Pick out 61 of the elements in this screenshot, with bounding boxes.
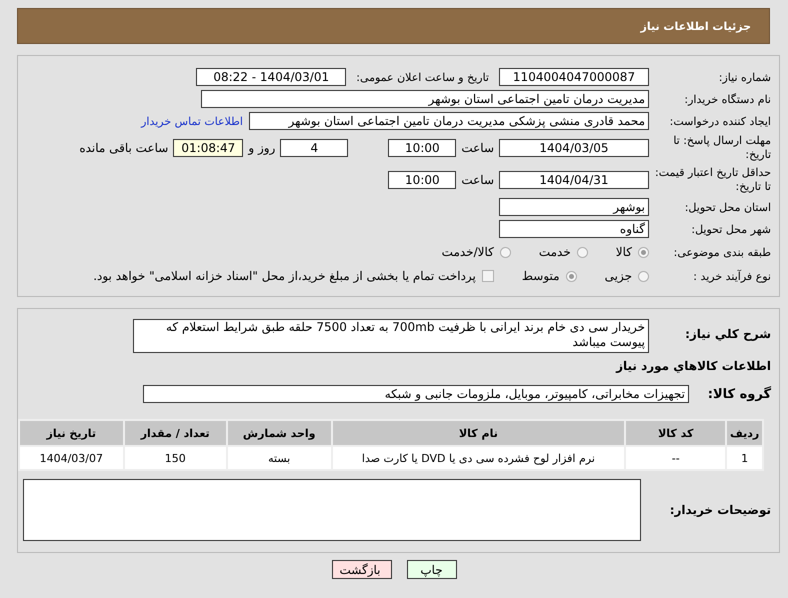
radio-label: کالا/خدمت [442, 245, 494, 259]
field-label: شهر محل تحویل: [690, 222, 772, 236]
field-label: تاریخ و ساعت اعلان عمومی: [356, 70, 489, 84]
table-cell: بسته [226, 446, 332, 470]
radio-button[interactable] [576, 246, 588, 258]
action-button[interactable]: بازگشت [332, 560, 392, 579]
remaining-time-field: 01:08:47 [173, 139, 244, 157]
table-cell: 1404/03/07 [19, 446, 124, 470]
buyer-org-field: مدیریت درمان تامین اجتماعی استان بوشهر [201, 90, 649, 108]
field-label: نوع فرآیند خرید : [692, 270, 772, 282]
field-label: طبقه بندی موضوعی: [672, 246, 772, 258]
field-label: شرح کلي نياز: [684, 326, 772, 341]
radio-label: جزیی [604, 269, 632, 283]
time-label: ساعت [461, 141, 494, 155]
checkbox-label: پرداخت تمام یا بخشی از مبلغ خرید،از محل "اسناد خزانه اسلامی" خواهد بود. [93, 269, 476, 283]
time-label: ساعت [461, 173, 494, 187]
need-number-field: 1104004047000087 [499, 68, 649, 86]
section-heading: اطلاعات کالاهاي مورد نياز [614, 358, 772, 373]
page-title: جزئیات اطلاعات نیاز [640, 20, 751, 32]
remaining-label: ساعت باقی مانده [79, 141, 168, 155]
column-header: نام کالا [332, 420, 626, 446]
field-label: استان محل تحویل: [684, 200, 772, 214]
table-cell: 1 [726, 446, 763, 470]
city-field: گناوه [499, 220, 649, 238]
radio-label: متوسط [522, 269, 560, 283]
column-header: کد کالا [625, 420, 726, 446]
field-label: مهلت ارسال پاسخ: تا تاریخ: [672, 134, 772, 162]
radio-label: خدمت [538, 245, 571, 259]
field-label: نام دستگاه خریدار: [683, 92, 772, 106]
requester-field: محمد قادری منشی پزشکی مدیریت درمان تامین اجتماعی استان بوشهر [249, 112, 649, 130]
table-cell: -- [625, 446, 726, 470]
table-cell: 150 [124, 446, 227, 470]
province-field: بوشهر [499, 198, 649, 216]
radio-button[interactable] [500, 246, 511, 258]
date-field: 1404/04/31 [499, 171, 649, 189]
column-header: ردیف [726, 420, 763, 446]
radio-button[interactable] [638, 270, 649, 282]
field-label: توضیحات خریدار: [668, 503, 772, 517]
buyer-contact-link[interactable]: اطلاعات تماس خریدار [141, 114, 243, 128]
field-label: ایجاد کننده درخواست: [668, 114, 772, 128]
field-label: حداقل تاریخ اعتبار قیمت: تا تاریخ: [654, 166, 772, 194]
buyer-notes-field[interactable] [23, 479, 641, 541]
column-header: تعداد / مقدار [124, 420, 227, 446]
description-field: خریدار سی دی خام برند ایرانی با ظرفیت 700mb به تعداد 7500 حلقه طبق شرایط استعلام که پیوست میباشد [133, 319, 649, 353]
radio-button[interactable] [638, 246, 649, 258]
days-label: روز و [248, 141, 276, 155]
time-field: 10:00 [388, 139, 456, 157]
radio-label: کالا [616, 245, 632, 259]
announce-date-field: 1404/03/01 - 08:22 [196, 68, 346, 86]
radio-button[interactable] [566, 270, 577, 282]
table-cell: نرم افزار لوح فشرده سی دی یا DVD یا کارت صدا [332, 446, 626, 470]
time-field: 10:00 [388, 171, 456, 189]
column-header: واحد شمارش [226, 420, 332, 446]
goods-group-field: تجهیزات مخابراتی، کامپیوتر، موبایل، ملزومات جانبی و شبکه [143, 385, 689, 403]
date-field: 1404/03/05 [499, 139, 649, 157]
action-button[interactable]: چاپ [406, 560, 456, 579]
field-label: شماره نیاز: [718, 70, 772, 84]
checkbox[interactable] [482, 270, 494, 282]
days-field: 4 [280, 139, 348, 157]
column-header: تاریخ نیاز [19, 420, 124, 446]
field-label: گروه کالا: [706, 386, 772, 402]
